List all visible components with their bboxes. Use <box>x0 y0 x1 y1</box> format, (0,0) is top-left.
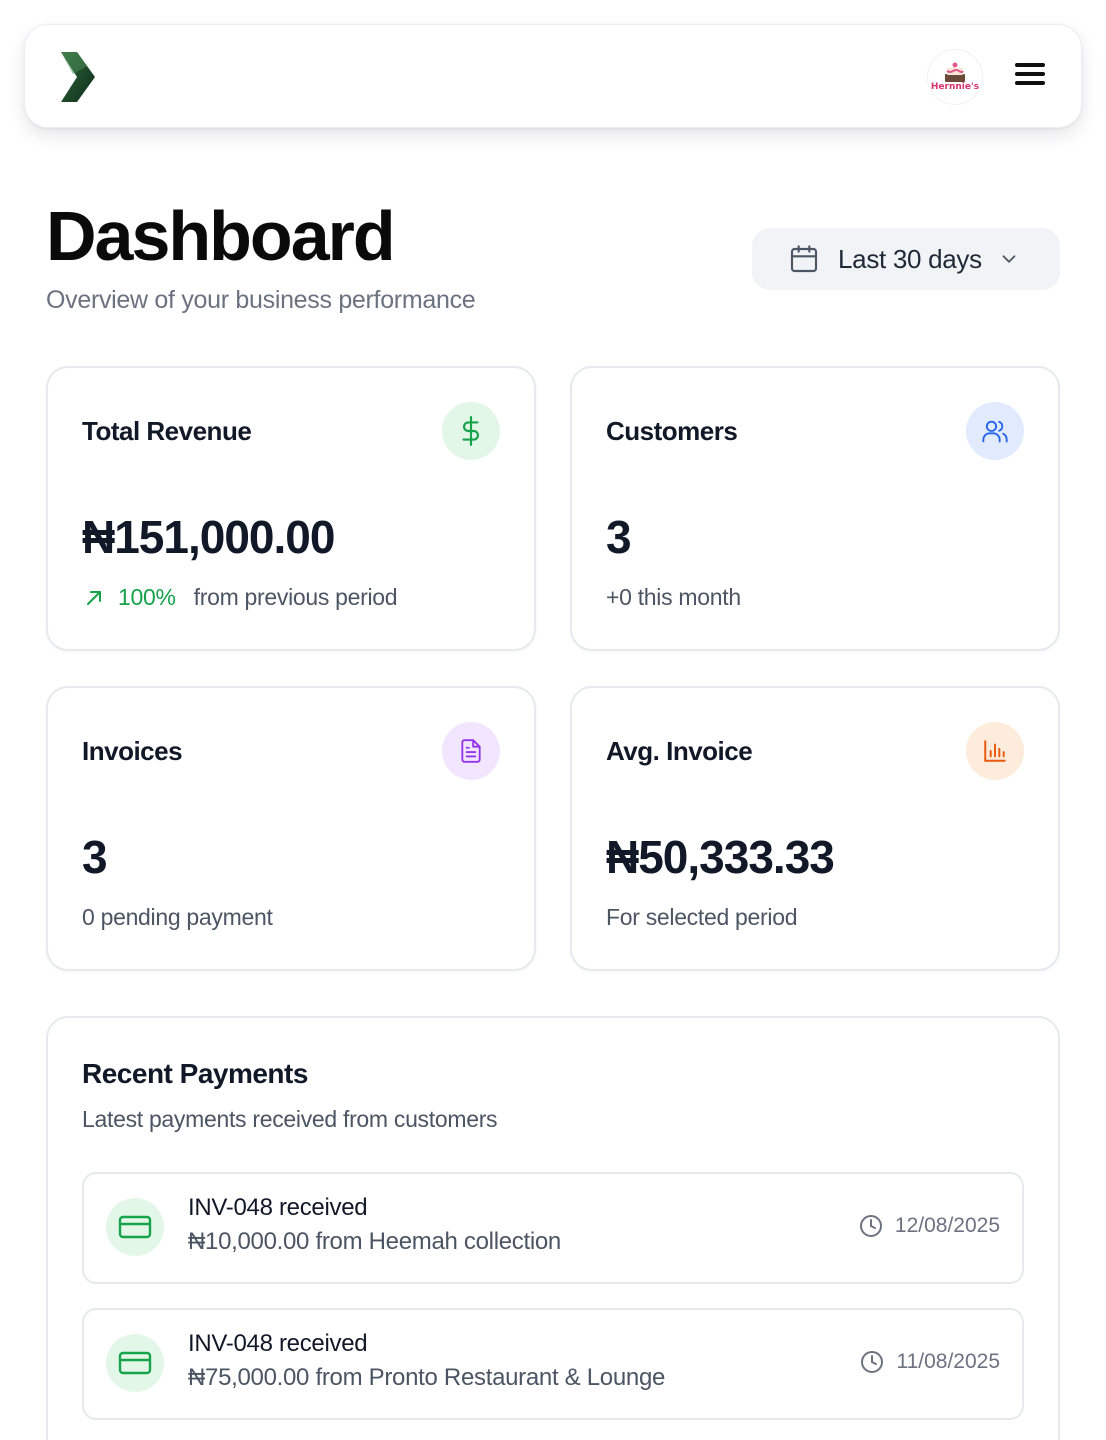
menu-line <box>1015 72 1045 76</box>
clock-icon <box>861 1351 884 1373</box>
card-title: Avg. Invoice <box>606 736 753 766</box>
payment-heading: INV-048 received <box>188 1330 368 1357</box>
trend-text: from previous period <box>193 584 398 610</box>
credit-card-icon <box>106 1334 164 1392</box>
card-title: Invoices <box>82 736 183 766</box>
bar-chart-icon <box>966 722 1024 780</box>
card-value: 3 <box>82 831 108 883</box>
recent-payments-panel: Recent Payments Latest payments received… <box>46 1016 1060 1440</box>
top-navbar: Hernnie's <box>24 24 1082 128</box>
customers-card: Customers 3 +0 this month <box>570 366 1060 651</box>
avg-invoice-card: Avg. Invoice ₦50,333.33 For selected per… <box>570 686 1060 971</box>
card-value: 3 <box>606 511 632 563</box>
menu-line <box>1015 63 1045 67</box>
page-title: Dashboard <box>46 197 396 275</box>
brand-logo-icon[interactable] <box>59 52 95 102</box>
invoices-card: Invoices 3 0 pending payment <box>46 686 536 971</box>
section-subtitle: Latest payments received from customers <box>82 1106 498 1132</box>
payment-date: 12/08/2025 <box>859 1214 1000 1238</box>
trend-up-arrow-icon <box>87 590 101 605</box>
card-title: Customers <box>606 416 738 446</box>
card-value: ₦50,333.33 <box>606 831 835 883</box>
card-sub-text: For selected period <box>606 904 798 930</box>
trend-percent: 100% <box>118 584 176 610</box>
card-sub: For selected period <box>606 904 797 931</box>
credit-card-icon <box>106 1198 164 1256</box>
chevron-down-icon <box>1002 255 1016 263</box>
menu-line <box>1015 81 1045 85</box>
card-value: ₦151,000.00 <box>82 511 335 563</box>
cake-icon <box>945 62 965 82</box>
hamburger-menu-button[interactable] <box>1015 63 1045 91</box>
clock-icon <box>859 1215 882 1237</box>
payment-detail: ₦10,000.00 from Heemah collection <box>188 1228 561 1255</box>
calendar-icon <box>790 245 818 273</box>
card-sub-text: 0 pending payment <box>82 904 273 930</box>
payment-date: 11/08/2025 <box>860 1350 1000 1374</box>
card-sub-text: +0 this month <box>606 584 741 610</box>
document-icon <box>442 722 500 780</box>
date-range-dropdown[interactable]: Last 30 days <box>752 228 1060 290</box>
payment-date-text: 12/08/2025 <box>894 1214 1000 1237</box>
card-sub: +0 this month <box>606 584 741 611</box>
section-title: Recent Payments <box>82 1058 308 1089</box>
payment-detail: ₦75,000.00 from Pronto Restaurant & Loun… <box>188 1364 666 1391</box>
date-range-label: Last 30 days <box>838 243 982 274</box>
avatar-label: Hernnie's <box>930 82 980 92</box>
page-subtitle: Overview of your business performance <box>46 286 476 314</box>
users-icon <box>966 402 1024 460</box>
card-sub: 0 pending payment <box>82 904 273 931</box>
payment-list-item[interactable]: INV-048 received ₦10,000.00 from Heemah … <box>82 1172 1024 1284</box>
payment-date-text: 11/08/2025 <box>896 1350 1000 1373</box>
card-trend: 100% from previous period <box>82 584 398 611</box>
dollar-icon <box>442 402 500 460</box>
business-avatar[interactable]: Hernnie's <box>927 49 983 105</box>
payment-heading: INV-048 received <box>188 1194 368 1221</box>
card-title: Total Revenue <box>82 416 252 446</box>
total-revenue-card: Total Revenue ₦151,000.00 100% from prev… <box>46 366 536 651</box>
payment-list-item[interactable]: INV-048 received ₦75,000.00 from Pronto … <box>82 1308 1024 1420</box>
